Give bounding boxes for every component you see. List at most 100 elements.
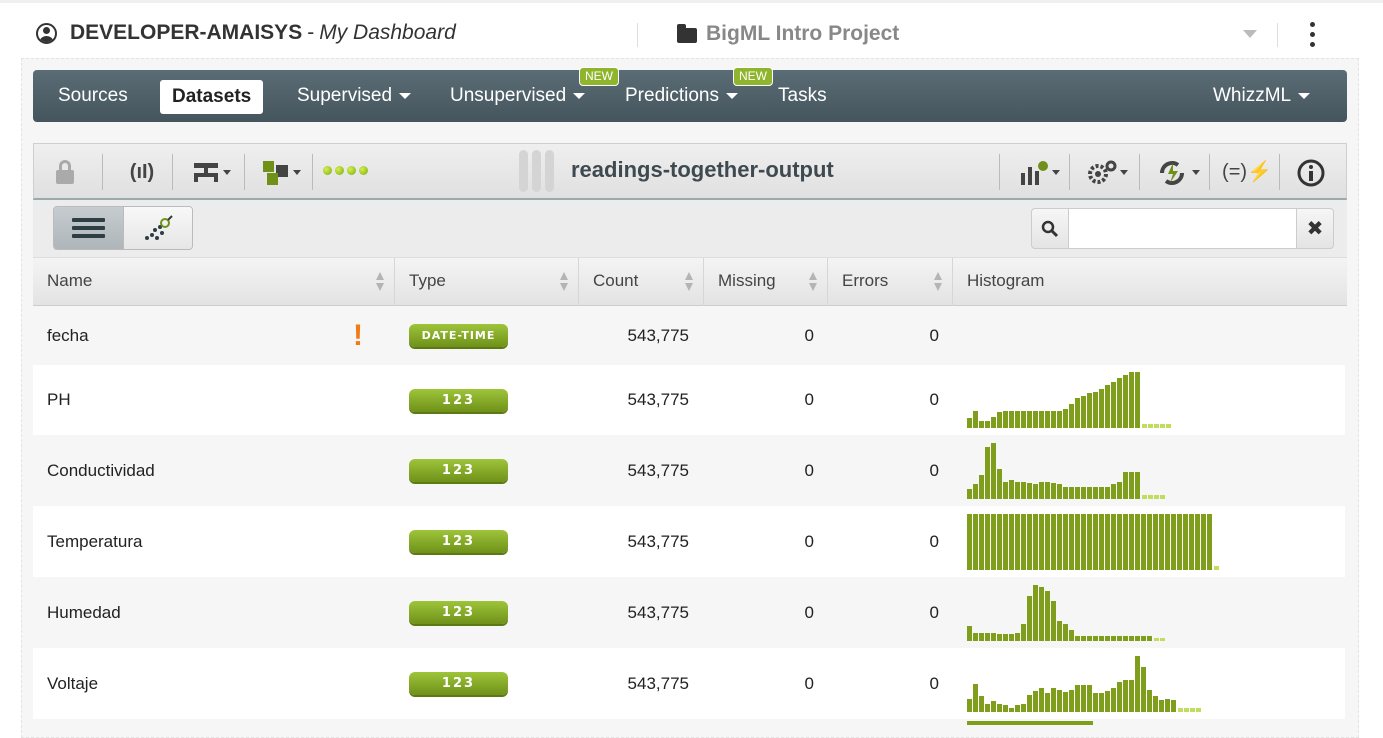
field-histogram: [967, 506, 1227, 577]
sort-icon[interactable]: [685, 272, 695, 292]
field-name[interactable]: Voltaje: [47, 648, 98, 719]
field-name[interactable]: fecha: [47, 306, 89, 365]
search-button[interactable]: [1031, 208, 1069, 249]
field-histogram: [967, 365, 1227, 435]
table-row[interactable]: PH 123 543,775 0 0: [33, 365, 1345, 435]
histogram-bar: [1087, 393, 1092, 428]
column-header-errors[interactable]: Errors: [827, 258, 952, 306]
field-count: 543,775: [627, 325, 689, 345]
sort-icon[interactable]: [560, 272, 570, 292]
nav-predictions[interactable]: Predictions: [625, 70, 738, 122]
nav-supervised[interactable]: Supervised: [297, 70, 412, 122]
list-view-button[interactable]: [54, 207, 123, 249]
toolbar-divider: [1069, 154, 1070, 190]
histogram-bar: [1159, 699, 1164, 712]
histogram-bar: [1039, 586, 1044, 641]
histogram-bar: [1117, 635, 1122, 641]
histogram-bar: [991, 417, 996, 428]
histogram-bar: [967, 488, 972, 499]
nav-sources[interactable]: Sources: [58, 70, 128, 122]
project-dropdown-caret-icon[interactable]: [1243, 30, 1257, 38]
dataset-title: readings-together-output: [571, 157, 834, 182]
chevron-down-icon: [293, 170, 301, 176]
histogram[interactable]: [967, 655, 1227, 712]
column-header-count[interactable]: Count: [578, 258, 703, 306]
toolbar-divider: [1279, 154, 1280, 190]
table-row[interactable]: Humedad 123 543,775 0 0: [33, 577, 1345, 648]
nav-tasks[interactable]: Tasks: [778, 70, 827, 122]
histogram-bar: [1105, 635, 1110, 641]
info-icon[interactable]: [1294, 156, 1328, 188]
histogram[interactable]: [967, 513, 1227, 570]
chevron-down-icon: [1192, 170, 1200, 176]
histogram-bar: [1117, 481, 1122, 499]
column-header-type[interactable]: Type: [394, 258, 578, 306]
main-nav: Sources Datasets Supervised Unsupervised…: [33, 67, 1347, 122]
charts-icon[interactable]: [1014, 156, 1064, 188]
histogram-bar: [1039, 481, 1044, 499]
warning-icon[interactable]: !: [353, 306, 363, 365]
actions-icon[interactable]: [1152, 156, 1204, 188]
histogram-bar: [1027, 694, 1032, 712]
org-name: DEVELOPER-AMAISYS: [70, 21, 303, 44]
field-errors: 0: [929, 390, 939, 409]
table-row[interactable]: fecha! DATE-TIME 543,775 0 0: [33, 306, 1345, 365]
nav-whizzml[interactable]: WhizzML: [1213, 70, 1311, 122]
nav-datasets[interactable]: Datasets: [160, 80, 264, 114]
clear-search-button[interactable]: ✖: [1297, 208, 1334, 249]
histogram-bar: [1183, 513, 1188, 570]
field-name[interactable]: Temperatura: [47, 506, 142, 577]
table-row[interactable]: Temperatura 123 543,775 0 0: [33, 506, 1345, 577]
more-menu-icon[interactable]: [1306, 22, 1318, 50]
org-breadcrumb[interactable]: DEVELOPER-AMAISYS - My Dashboard: [36, 21, 456, 45]
field-name[interactable]: Humedad: [47, 577, 121, 648]
project-name: BigML Intro Project: [706, 22, 900, 45]
histogram[interactable]: [967, 372, 1227, 428]
dataset-icon: [519, 150, 554, 192]
table-row[interactable]: Voltaje 123 543,775 0 0: [33, 648, 1345, 719]
histogram-bar: [1051, 687, 1056, 712]
scatter-view-button[interactable]: [122, 207, 192, 249]
histogram-bar: [1093, 486, 1098, 499]
sort-icon[interactable]: [809, 272, 819, 292]
column-header-missing[interactable]: Missing: [703, 258, 827, 306]
histogram-missing-bar: [1160, 494, 1165, 499]
histogram-bar: [1087, 635, 1092, 641]
histogram-bar: [1105, 513, 1110, 570]
histogram[interactable]: [967, 584, 1227, 641]
histogram-bar: [1129, 471, 1134, 499]
histogram-bar: [1111, 382, 1116, 428]
formula-icon[interactable]: (=)⚡: [1222, 156, 1272, 208]
histogram-bar: [1129, 513, 1134, 570]
field-errors: 0: [929, 673, 939, 693]
histogram-bar: [1003, 513, 1008, 570]
histogram-bar: [1021, 481, 1026, 499]
toolbar-divider: [244, 154, 245, 190]
histogram[interactable]: [967, 442, 1227, 499]
histogram[interactable]: [967, 308, 1227, 364]
table-row[interactable]: Conductividad 123 543,775 0 0: [33, 435, 1345, 506]
field-name[interactable]: PH: [47, 365, 71, 435]
field-count: 543,775: [627, 531, 689, 551]
sort-icon[interactable]: [376, 272, 386, 292]
field-type: 123: [409, 506, 508, 577]
sort-icon[interactable]: [934, 272, 944, 292]
histogram-bar: [1099, 486, 1104, 499]
nav-unsupervised[interactable]: Unsupervised: [450, 70, 586, 122]
settings-gears-icon[interactable]: [1082, 156, 1132, 188]
column-header-histogram: Histogram: [952, 258, 1347, 306]
project-selector[interactable]: BigML Intro Project: [677, 22, 899, 46]
field-type: DATE-TIME: [409, 306, 508, 365]
field-name[interactable]: Conductividad: [47, 435, 155, 506]
model-icon[interactable]: [188, 156, 234, 188]
column-header-name[interactable]: Name: [33, 258, 394, 306]
field-count: 543,775: [627, 460, 689, 480]
search-input[interactable]: [1069, 208, 1297, 249]
configure-icon[interactable]: [258, 156, 304, 188]
sample-icon[interactable]: (ıI): [122, 156, 162, 188]
lock-icon[interactable]: [54, 156, 76, 188]
histogram-bar: [967, 698, 972, 712]
column-label: Missing: [718, 271, 776, 290]
histogram-bar: [1063, 513, 1068, 570]
histogram-bar: [1147, 689, 1152, 712]
